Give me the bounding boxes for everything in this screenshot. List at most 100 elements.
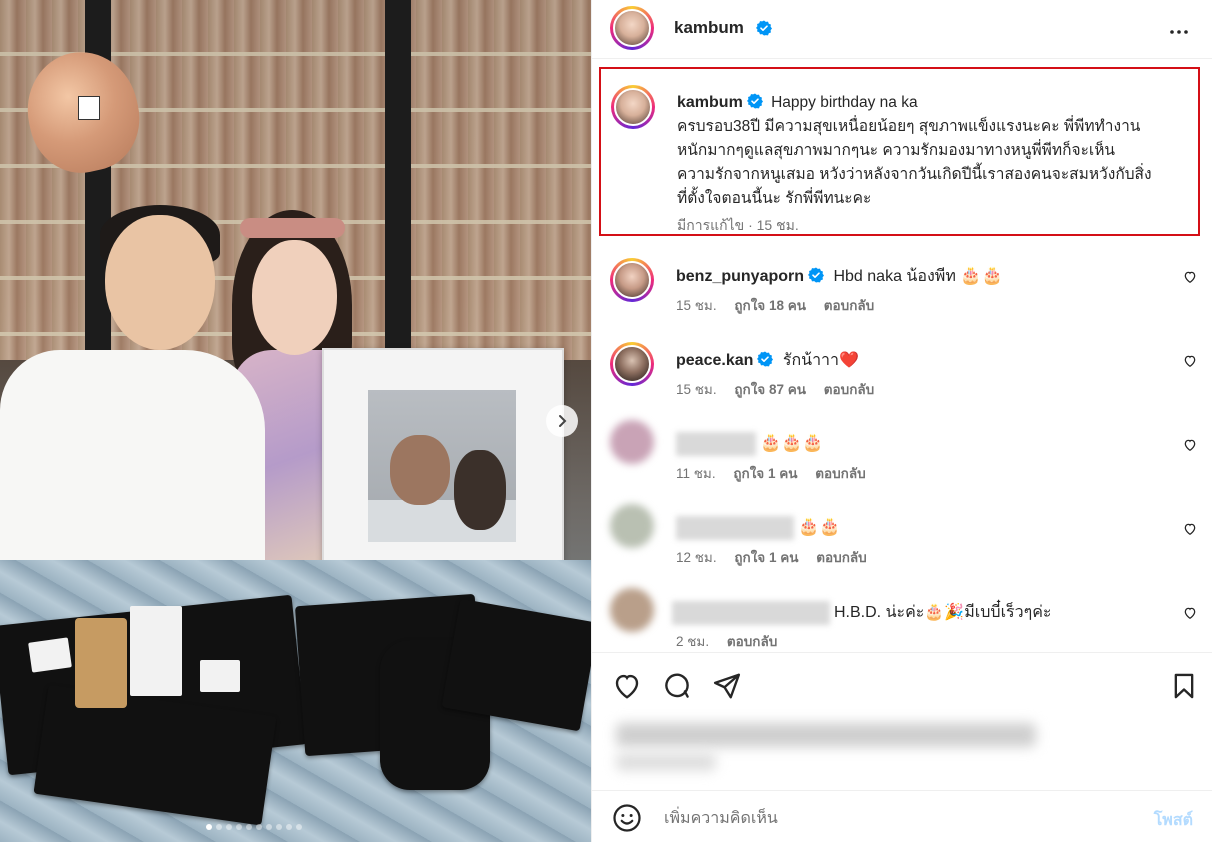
balloon-tag bbox=[78, 96, 100, 120]
verified-badge-icon bbox=[756, 20, 772, 36]
comment-like-button[interactable] bbox=[1181, 352, 1199, 373]
painting-woman bbox=[454, 450, 506, 530]
comment-composer: โพสต์ bbox=[592, 790, 1212, 843]
comment-meta: 15 ชม. ถูกใจ 87 คน ตอบกลับ bbox=[676, 378, 888, 400]
reply-button[interactable]: ตอบกลับ bbox=[824, 382, 874, 397]
commenter-avatar-blurred[interactable] bbox=[610, 588, 654, 632]
emoji-button[interactable] bbox=[612, 803, 642, 836]
carousel-dot bbox=[296, 824, 302, 830]
comment-like-button[interactable] bbox=[1181, 604, 1199, 625]
painting-man bbox=[390, 435, 450, 505]
share-button[interactable] bbox=[712, 671, 742, 704]
comment-item: peace.kan รักน้าาา❤️ 15 ชม. ถูกใจ 87 คน … bbox=[592, 342, 1212, 422]
post-detail-panel: kambum kambum Happy birthday na ka ครบรอ… bbox=[591, 0, 1212, 842]
author-username[interactable]: kambum bbox=[674, 18, 744, 38]
comment-body: H.B.D. น่ะค่ะ🎂🎉มีเบบี๋เร็วๆค่ะ bbox=[672, 600, 1052, 625]
cake-emoji: 🎂🎂 bbox=[798, 517, 841, 537]
commenter-avatar[interactable] bbox=[610, 258, 654, 302]
comment-text: รักน้าาา bbox=[782, 352, 840, 369]
comment-like-button[interactable] bbox=[1181, 436, 1199, 457]
author-avatar[interactable] bbox=[610, 6, 654, 50]
comment-button[interactable] bbox=[662, 671, 692, 704]
photo-print bbox=[130, 606, 182, 696]
comment-text: H.B.D. น่ะค่ะ🎂🎉มีเบบี๋เร็วๆค่ะ bbox=[834, 604, 1052, 621]
heart-icon bbox=[615, 674, 639, 699]
comment-like-button[interactable] bbox=[1181, 268, 1199, 289]
commenter-avatar-blurred[interactable] bbox=[610, 420, 654, 464]
comment-likes[interactable]: ถูกใจ 1 คน bbox=[733, 466, 797, 481]
photo-print bbox=[200, 660, 240, 692]
caption-username[interactable]: kambum bbox=[677, 94, 743, 111]
carousel-dot bbox=[206, 824, 212, 830]
blurred-username bbox=[676, 516, 794, 540]
comment-meta: 12 ชม. ถูกใจ 1 คน ตอบกลับ bbox=[676, 546, 881, 568]
save-button[interactable] bbox=[1170, 671, 1198, 704]
comment-likes[interactable]: ถูกใจ 1 คน bbox=[734, 550, 798, 565]
comment-item: 🎂🎂🎂 11 ชม. ถูกใจ 1 คน ตอบกลับ bbox=[592, 420, 1212, 506]
comment-time: 15 ชม. bbox=[676, 382, 717, 397]
bookmark-icon bbox=[1174, 673, 1194, 699]
commenter-username[interactable]: peace.kan bbox=[676, 352, 753, 369]
emoji-icon bbox=[613, 804, 641, 832]
comment-body: peace.kan รักน้าาา❤️ bbox=[676, 348, 859, 373]
comment-time: 11 ชม. bbox=[676, 466, 716, 481]
heart-icon bbox=[1184, 523, 1196, 536]
comment-time: 2 ชม. bbox=[676, 634, 710, 649]
red-heart-emoji: ❤️ bbox=[839, 352, 859, 369]
caption-meta: มีการแก้ไข · 15 ชม. bbox=[677, 217, 799, 233]
carousel-dot bbox=[216, 824, 222, 830]
woman-headband bbox=[240, 218, 345, 238]
caption-line: ที่ตั้งใจตอนนี้นะ รักพี่พีทนะคะ bbox=[677, 190, 872, 207]
comment-icon bbox=[665, 673, 689, 698]
carousel-dots bbox=[206, 824, 302, 830]
caption-highlight: kambum Happy birthday na ka ครบรอบ38ปี ม… bbox=[599, 67, 1200, 236]
carousel-dot bbox=[276, 824, 282, 830]
blurred-username bbox=[676, 432, 756, 456]
cake-emoji: 🎂🎂 bbox=[960, 266, 1003, 285]
comment-input[interactable] bbox=[662, 803, 1106, 835]
reply-button[interactable]: ตอบกลับ bbox=[815, 466, 865, 481]
verified-badge-icon bbox=[757, 351, 774, 367]
carousel-dot bbox=[286, 824, 292, 830]
commenter-avatar-blurred[interactable] bbox=[610, 504, 654, 548]
caption-text: kambum Happy birthday na ka ครบรอบ38ปี ม… bbox=[677, 91, 1187, 211]
commenter-username[interactable]: benz_punyaporn bbox=[676, 268, 804, 285]
caption-line: ความรักจากหนูเสมอ หวังว่าหลังจากวันเกิดป… bbox=[677, 166, 1152, 183]
heart-icon bbox=[1184, 607, 1196, 620]
post-comment-button[interactable]: โพสต์ bbox=[1148, 807, 1199, 834]
cake-emoji: 🎂🎂🎂 bbox=[760, 433, 824, 453]
caption-avatar[interactable] bbox=[611, 85, 655, 129]
comment-item: benz_punyaporn Hbd naka น้องพีท 🎂🎂 15 ชม… bbox=[592, 258, 1212, 338]
comment-likes[interactable]: ถูกใจ 87 คน bbox=[734, 382, 806, 397]
like-button[interactable] bbox=[612, 671, 642, 704]
verified-badge-icon bbox=[808, 267, 825, 283]
comment-body: 🎂🎂 bbox=[676, 516, 840, 540]
commenter-avatar[interactable] bbox=[610, 342, 654, 386]
comment-time: 15 ชม. bbox=[676, 298, 717, 313]
chevron-right-icon bbox=[559, 415, 567, 427]
diamond-painting bbox=[368, 390, 516, 542]
comment-body: benz_punyaporn Hbd naka น้องพีท 🎂🎂 bbox=[676, 264, 1003, 289]
reply-button[interactable]: ตอบกลับ bbox=[727, 634, 777, 649]
reply-button[interactable]: ตอบกลับ bbox=[816, 550, 866, 565]
reply-button[interactable]: ตอบกลับ bbox=[824, 298, 874, 313]
post-photo bbox=[0, 0, 591, 842]
man-face bbox=[105, 215, 215, 350]
gold-bar-box bbox=[75, 618, 127, 708]
caption-line: Happy birthday na ka bbox=[771, 94, 918, 111]
more-icon bbox=[1170, 30, 1188, 34]
comment-like-button[interactable] bbox=[1181, 520, 1199, 541]
carousel-dot bbox=[236, 824, 242, 830]
caption-line: ครบรอบ38ปี มีความสุขเหนื่อยน้อยๆ สุขภาพแ… bbox=[677, 118, 1141, 135]
heart-icon bbox=[1184, 439, 1196, 452]
more-options-button[interactable] bbox=[1163, 16, 1195, 51]
comment-body: 🎂🎂🎂 bbox=[676, 432, 824, 456]
comment-time: 12 ชม. bbox=[676, 550, 717, 565]
shelf-pillar bbox=[385, 0, 411, 360]
carousel-dot bbox=[256, 824, 262, 830]
caption-line: หนักมากๆดูแลสุขภาพมากๆนะ ความรักมองมาทาง… bbox=[677, 142, 1116, 159]
carousel-dot bbox=[246, 824, 252, 830]
comment-likes[interactable]: ถูกใจ 18 คน bbox=[734, 298, 806, 313]
verified-badge-icon bbox=[746, 93, 763, 109]
carousel-next-button[interactable] bbox=[546, 405, 578, 437]
